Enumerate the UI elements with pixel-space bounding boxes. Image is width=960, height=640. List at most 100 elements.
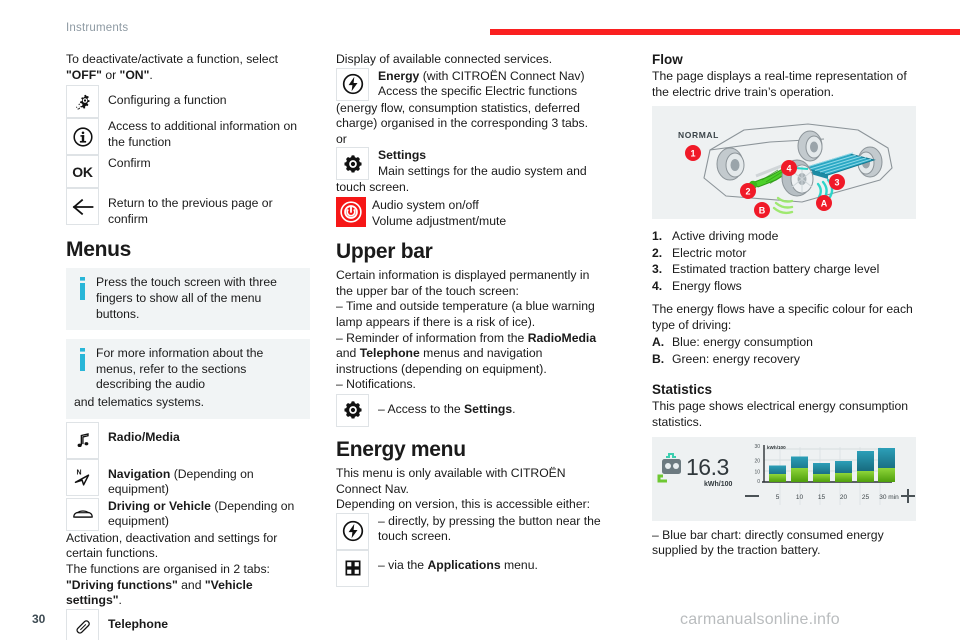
energy-meter-icon (657, 452, 681, 483)
car-icon (66, 497, 99, 531)
list-item-number: 3. (652, 262, 663, 277)
statistics-bullet: – Blue bar chart: directly consumed ener… (652, 527, 884, 558)
list-item-text: Estimated traction battery charge level (672, 262, 880, 277)
menu-row-radio-media-bold: Radio/Media (108, 429, 180, 444)
ok-icon-text: OK (72, 163, 93, 180)
flow-colour-paragraph: The energy flows have a specific colour … (652, 302, 913, 332)
power-line1: Audio system on/off (372, 197, 479, 212)
upper-bar-bullet-2: – Reminder of information from the Radio… (336, 331, 606, 378)
note-more-info-overflow-text: and telematics systems. (74, 394, 205, 409)
info-i-icon-2 (74, 346, 90, 372)
svg-text:B: B (759, 206, 766, 216)
svg-text:1: 1 (690, 149, 695, 159)
arrow-left-icon (66, 188, 99, 226)
icon-row-ok-label: Confirm (108, 156, 151, 171)
column-1: To deactivate/activate a function, selec… (0, 52, 328, 640)
settings-access-c: . (512, 401, 516, 416)
apps-menu-bold: Applications (427, 557, 501, 572)
gear-icon (336, 147, 369, 181)
flow-paragraph: The page displays a real-time representa… (652, 69, 907, 99)
menu-row-radio-media: Radio/Media (66, 421, 310, 459)
svg-text:10: 10 (754, 469, 760, 475)
list-item: 1. Active driving mode (652, 228, 916, 245)
list-item-text: Blue: energy consumption (672, 335, 813, 350)
list-item: A. Blue: energy consumption (652, 334, 916, 351)
list-item-text: Energy flows (672, 278, 742, 293)
zoom-in-icon (901, 488, 915, 503)
navigation-arrow-icon: N (66, 458, 99, 496)
svg-text:0: 0 (757, 479, 760, 485)
menu-row-driving-vehicle: Driving or Vehicle (Depending on equipme… (66, 497, 310, 531)
telephone-icon (66, 608, 99, 640)
upper-bar-bullet-1: – Time and outside temperature (a blue w… (336, 299, 595, 329)
svg-text:N: N (76, 470, 81, 477)
menu-row-telephone-bold: Telephone (108, 616, 169, 631)
svg-text:kWh/100: kWh/100 (704, 481, 733, 488)
intro-on: "ON" (119, 67, 150, 82)
list-item-number: 2. (652, 245, 663, 260)
music-note-icon (66, 421, 99, 459)
list-item: B. Green: energy recovery (652, 351, 916, 368)
svg-text:A: A (821, 199, 828, 209)
svg-text:4: 4 (786, 164, 791, 174)
svg-text:16.3: 16.3 (686, 454, 729, 480)
energy-menu-p2: Depending on version, this is accessible… (336, 497, 591, 512)
icon-row-ok: OK Confirm (66, 155, 310, 189)
tabs-text-b: and (177, 577, 205, 592)
info-circle-icon (66, 118, 99, 156)
icon-row-energy-label: Energy (with CITROËN Connect Nav) Access… (369, 68, 585, 100)
icon-row-energy-direct: – directly, by pressing the button near … (336, 512, 606, 550)
icon-row-info-label: Access to additional information on the … (108, 119, 298, 149)
upper-bar-b2-a: – Reminder of information from the (336, 330, 528, 345)
energy-rest: (with CITROËN Connect Nav) (419, 68, 585, 83)
svg-text:20: 20 (840, 494, 848, 501)
svg-text:kWh/100: kWh/100 (767, 445, 786, 450)
svg-text:15: 15 (818, 494, 826, 501)
upper-bar-bullet-3: – Notifications. (336, 377, 416, 392)
icon-row-applications-menu-label: – via the Applications menu. (369, 550, 538, 574)
menu-row-telephone: Telephone (66, 608, 310, 640)
svg-text:3: 3 (834, 178, 839, 188)
intro-text-a: To deactivate/activate a function, selec… (66, 52, 279, 66)
tabs-paragraph: The functions are organised in 2 tabs: "… (66, 562, 310, 609)
list-item-number: A. (652, 335, 665, 350)
header-red-rule (490, 29, 960, 35)
icon-row-settings: Settings Main settings for the audio sys… (336, 147, 606, 181)
menu-row-navigation-label: Navigation (Depending on equipment) (99, 459, 310, 498)
intro-text-c: . (149, 67, 153, 82)
menu-row-radio-media-label: Radio/Media (99, 422, 180, 446)
info-i-icon (74, 275, 90, 301)
energy-bolt-icon-2 (336, 512, 369, 550)
note-more-info-text: For more information about the menus, re… (96, 346, 264, 392)
svg-text:20: 20 (754, 458, 760, 464)
icon-row-back-label: Return to the previous page or confirm (108, 196, 273, 226)
svg-text:2: 2 (745, 187, 750, 197)
tabs-driving-functions: "Driving functions" (66, 577, 178, 592)
energy-flow-figure: NORMAL 1 2 3 4 A B (652, 106, 916, 220)
applications-grid-icon-2 (336, 549, 369, 587)
apps-menu-c: menu. (500, 557, 538, 572)
upper-bar-p1: Certain information is displayed permane… (336, 268, 590, 298)
telephone-bold: Telephone (359, 346, 420, 361)
gear-icon-2 (336, 393, 369, 427)
list-item-number: 4. (652, 278, 663, 293)
tabs-text-c: . (118, 593, 122, 608)
svg-text:30: 30 (754, 444, 760, 450)
icon-row-settings-label: Settings Main settings for the audio sys… (369, 147, 587, 179)
upper-bar-heading: Upper bar (336, 240, 433, 264)
settings-overflow-paragraph: touch screen. (336, 180, 410, 195)
activation-paragraph: Activation, deactivation and settings fo… (66, 530, 278, 561)
energy-overflow-paragraph: (energy flow, consumption statistics, de… (336, 100, 589, 131)
icon-row-power: Audio system on/off Volume adjustment/mu… (336, 196, 606, 229)
flow-lettered-list: A. Blue: energy consumption B. Green: ener… (652, 334, 916, 367)
icon-row-configure-label: Configuring a function (108, 93, 227, 108)
statistics-heading: Statistics (652, 382, 713, 398)
intro-off: "OFF" (66, 67, 102, 82)
settings-access-bold: Settings (464, 401, 513, 416)
flow-numbered-list: 1. Active driving mode 2. Electric motor 3… (652, 228, 916, 294)
statistics-paragraph: This page shows electrical energy consum… (652, 399, 909, 429)
note-more-info: For more information about the menus, re… (66, 339, 310, 395)
column-2: Display of available connected services.… (328, 52, 626, 640)
menus-heading: Menus (66, 238, 132, 262)
power-line2: Volume adjustment/mute (372, 213, 507, 228)
